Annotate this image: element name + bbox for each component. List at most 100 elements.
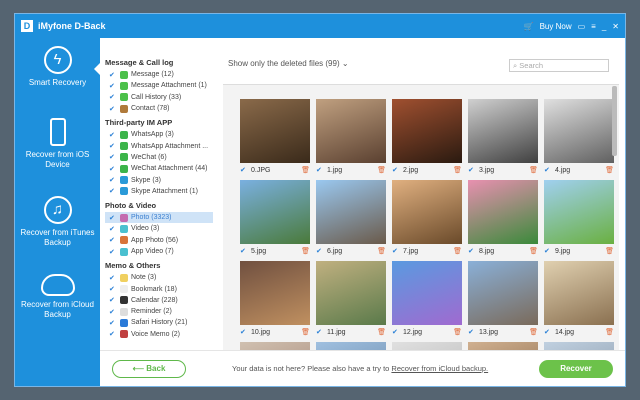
checkbox[interactable]: ✔ [109, 274, 117, 282]
category-item[interactable]: ✔ WhatsApp (3) [105, 129, 213, 140]
photo-item[interactable] [544, 342, 614, 350]
category-item[interactable]: ✔ Call History (33) [105, 92, 213, 103]
photo-thumbnail[interactable] [468, 261, 538, 325]
photo-item[interactable]: ✔ 12.jpg 🗑 [392, 261, 462, 336]
checkbox[interactable]: ✔ [468, 247, 476, 255]
photo-item[interactable] [240, 342, 310, 350]
checkbox[interactable]: ✔ [109, 187, 117, 195]
photo-item[interactable] [392, 342, 462, 350]
category-item[interactable]: ✔ WhatsApp Attachment ... [105, 140, 213, 151]
category-item[interactable]: ✔ App Video (7) [105, 246, 213, 257]
trash-icon[interactable]: 🗑 [453, 166, 462, 174]
category-item[interactable]: ✔ WeChat (6) [105, 152, 213, 163]
photo-item[interactable]: ✔ 0.JPG 🗑 [240, 99, 310, 174]
checkbox[interactable]: ✔ [392, 247, 400, 255]
menu-icon[interactable]: ≡ [591, 22, 596, 31]
scrollbar[interactable] [612, 86, 617, 156]
nav-smart-recovery[interactable]: ϟ Smart Recovery [15, 46, 101, 88]
recover-button[interactable]: Recover [539, 359, 613, 378]
feedback-icon[interactable]: ▭ [578, 22, 586, 31]
buy-now-link[interactable]: Buy Now [540, 22, 572, 31]
photo-thumbnail[interactable] [392, 99, 462, 163]
checkbox[interactable]: ✔ [109, 131, 117, 139]
checkbox[interactable]: ✔ [316, 166, 324, 174]
category-item[interactable]: ✔ Safari History (21) [105, 317, 213, 328]
photo-thumbnail[interactable] [316, 180, 386, 244]
checkbox[interactable]: ✔ [109, 153, 117, 161]
photo-thumbnail[interactable] [240, 180, 310, 244]
trash-icon[interactable]: 🗑 [529, 328, 538, 336]
category-item[interactable]: ✔ Contact (78) [105, 103, 213, 114]
checkbox[interactable]: ✔ [240, 328, 248, 336]
photo-thumbnail[interactable] [316, 99, 386, 163]
checkbox[interactable]: ✔ [468, 166, 476, 174]
checkbox[interactable]: ✔ [316, 328, 324, 336]
category-item[interactable]: ✔ Message Attachment (1) [105, 80, 213, 91]
trash-icon[interactable]: 🗑 [301, 247, 310, 255]
category-item[interactable]: ✔ Note (3) [105, 272, 213, 283]
category-item[interactable]: ✔ Bookmark (18) [105, 283, 213, 294]
trash-icon[interactable]: 🗑 [605, 328, 614, 336]
category-item[interactable]: ✔ Skype Attachment (1) [105, 186, 213, 197]
photo-thumbnail[interactable] [240, 99, 310, 163]
category-item[interactable]: ✔ App Photo (56) [105, 235, 213, 246]
checkbox[interactable]: ✔ [544, 328, 552, 336]
photo-thumbnail[interactable] [240, 261, 310, 325]
photo-item[interactable]: ✔ 7.jpg 🗑 [392, 180, 462, 255]
category-item[interactable]: ✔ Message (12) [105, 69, 213, 80]
photo-thumbnail[interactable] [544, 180, 614, 244]
photo-item[interactable]: ✔ 2.jpg 🗑 [392, 99, 462, 174]
photo-thumbnail[interactable] [240, 342, 310, 350]
photo-item[interactable]: ✔ 5.jpg 🗑 [240, 180, 310, 255]
photo-item[interactable]: ✔ 8.jpg 🗑 [468, 180, 538, 255]
checkbox[interactable]: ✔ [544, 166, 552, 174]
trash-icon[interactable]: 🗑 [529, 166, 538, 174]
checkbox[interactable]: ✔ [240, 247, 248, 255]
back-button[interactable]: ⟵ Back [112, 359, 186, 378]
icloud-link[interactable]: Recover from iCloud backup. [391, 364, 488, 373]
photo-item[interactable]: ✔ 4.jpg 🗑 [544, 99, 614, 174]
category-item[interactable]: ✔ Calendar (228) [105, 295, 213, 306]
checkbox[interactable]: ✔ [109, 236, 117, 244]
trash-icon[interactable]: 🗑 [377, 166, 386, 174]
category-item[interactable]: ✔ Reminder (2) [105, 306, 213, 317]
checkbox[interactable]: ✔ [392, 328, 400, 336]
checkbox[interactable]: ✔ [316, 247, 324, 255]
cart-icon[interactable]: 🛒 [524, 22, 534, 31]
photo-item[interactable]: ✔ 13.jpg 🗑 [468, 261, 538, 336]
photo-thumbnail[interactable] [392, 180, 462, 244]
photo-item[interactable]: ✔ 9.jpg 🗑 [544, 180, 614, 255]
checkbox[interactable]: ✔ [468, 328, 476, 336]
category-item[interactable]: ✔ Voice Memo (2) [105, 329, 213, 340]
search-input[interactable]: ⌕ Search [509, 59, 609, 72]
checkbox[interactable]: ✔ [109, 319, 117, 327]
trash-icon[interactable]: 🗑 [605, 247, 614, 255]
category-item[interactable]: ✔ Video (3) [105, 223, 213, 234]
photo-item[interactable]: ✔ 11.jpg 🗑 [316, 261, 386, 336]
category-item[interactable]: ✔ WeChat Attachment (44) [105, 163, 213, 174]
photo-thumbnail[interactable] [392, 342, 462, 350]
trash-icon[interactable]: 🗑 [453, 328, 462, 336]
checkbox[interactable]: ✔ [109, 93, 117, 101]
photo-item[interactable]: ✔ 1.jpg 🗑 [316, 99, 386, 174]
checkbox[interactable]: ✔ [109, 225, 117, 233]
checkbox[interactable]: ✔ [109, 176, 117, 184]
photo-item[interactable] [316, 342, 386, 350]
trash-icon[interactable]: 🗑 [453, 247, 462, 255]
checkbox[interactable]: ✔ [109, 105, 117, 113]
checkbox[interactable]: ✔ [109, 142, 117, 150]
trash-icon[interactable]: 🗑 [301, 328, 310, 336]
close-button[interactable]: ✕ [612, 22, 619, 31]
nav-ios-device[interactable]: Recover from iOS Device [15, 118, 100, 170]
photo-thumbnail[interactable] [544, 99, 614, 163]
checkbox[interactable]: ✔ [109, 82, 117, 90]
photo-thumbnail[interactable] [544, 261, 614, 325]
checkbox[interactable]: ✔ [109, 214, 117, 222]
photo-thumbnail[interactable] [316, 342, 386, 350]
checkbox[interactable]: ✔ [109, 248, 117, 256]
trash-icon[interactable]: 🗑 [301, 166, 310, 174]
photo-thumbnail[interactable] [544, 342, 614, 350]
photo-thumbnail[interactable] [392, 261, 462, 325]
photo-thumbnail[interactable] [316, 261, 386, 325]
checkbox[interactable]: ✔ [109, 296, 117, 304]
